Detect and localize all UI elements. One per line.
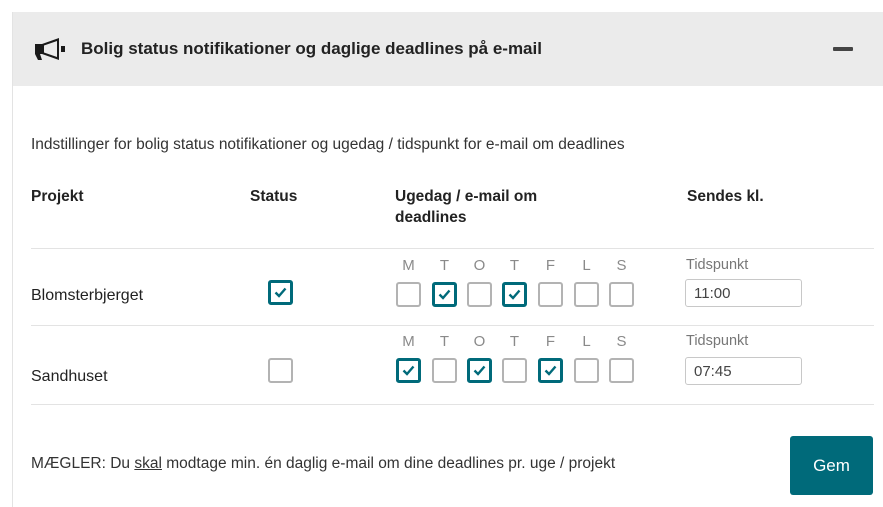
checkmark-icon bbox=[438, 289, 451, 300]
column-header-send-time: Sendes kl. bbox=[687, 188, 764, 205]
panel-description: Indstillinger for bolig status notifikat… bbox=[31, 136, 625, 153]
day-checkbox[interactable] bbox=[574, 358, 599, 383]
column-header-project: Projekt bbox=[31, 188, 84, 205]
row-divider bbox=[31, 325, 874, 326]
panel-title: Bolig status notifikationer og daglige d… bbox=[81, 39, 542, 58]
column-header-weekday-line1: Ugedag / e-mail om bbox=[395, 188, 538, 205]
day-label: M bbox=[402, 257, 415, 274]
day-label: S bbox=[616, 257, 627, 274]
save-button[interactable]: Gem bbox=[790, 436, 873, 495]
panel-header[interactable]: Bolig status notifikationer og daglige d… bbox=[13, 12, 883, 86]
day-checkbox[interactable] bbox=[609, 358, 634, 383]
checkmark-icon bbox=[274, 287, 287, 298]
day-checkbox[interactable] bbox=[432, 282, 457, 307]
day-label: O bbox=[473, 257, 486, 274]
day-checkbox[interactable] bbox=[574, 282, 599, 307]
column-header-weekday: Ugedag / e-mail om deadlines bbox=[395, 186, 537, 228]
send-time-input[interactable] bbox=[685, 357, 802, 385]
time-label: Tidspunkt bbox=[686, 257, 749, 273]
day-checkbox[interactable] bbox=[396, 358, 421, 383]
day-checkbox[interactable] bbox=[502, 282, 527, 307]
send-time-input[interactable] bbox=[685, 279, 802, 307]
column-header-weekday-line2: deadlines bbox=[395, 209, 467, 226]
day-label: F bbox=[545, 333, 556, 350]
day-label: O bbox=[473, 333, 486, 350]
day-label: T bbox=[439, 257, 450, 274]
row-divider bbox=[31, 404, 874, 405]
row-divider bbox=[31, 248, 874, 249]
day-checkbox[interactable] bbox=[502, 358, 527, 383]
day-checkbox[interactable] bbox=[538, 282, 563, 307]
megaphone-icon bbox=[35, 38, 65, 60]
day-checkbox[interactable] bbox=[432, 358, 457, 383]
checkmark-icon bbox=[473, 365, 486, 376]
day-label: T bbox=[509, 333, 520, 350]
checkmark-icon bbox=[544, 365, 557, 376]
project-name: Sandhuset bbox=[31, 368, 108, 385]
checkmark-icon bbox=[508, 289, 521, 300]
day-checkbox[interactable] bbox=[609, 282, 634, 307]
broker-note: MÆGLER: Du skal modtage min. én daglig e… bbox=[31, 453, 751, 474]
day-checkbox[interactable] bbox=[396, 282, 421, 307]
time-label: Tidspunkt bbox=[686, 333, 749, 349]
day-label: L bbox=[582, 257, 591, 274]
day-checkbox[interactable] bbox=[467, 282, 492, 307]
day-label: T bbox=[509, 257, 520, 274]
broker-note-end: modtage min. én daglig e-mail om dine de… bbox=[161, 455, 616, 472]
column-header-status: Status bbox=[250, 188, 298, 205]
status-checkbox[interactable] bbox=[268, 280, 293, 305]
day-label: T bbox=[439, 333, 450, 350]
day-label: M bbox=[402, 333, 415, 350]
day-label: L bbox=[582, 333, 591, 350]
day-checkbox[interactable] bbox=[467, 358, 492, 383]
project-name: Blomsterbjerget bbox=[31, 287, 144, 304]
collapse-button[interactable] bbox=[831, 37, 855, 61]
checkmark-icon bbox=[402, 365, 415, 376]
day-label: S bbox=[616, 333, 627, 350]
day-label: F bbox=[545, 257, 556, 274]
broker-note-emphasis: skal bbox=[134, 455, 162, 472]
notification-panel: Bolig status notifikationer og daglige d… bbox=[12, 12, 883, 507]
status-checkbox[interactable] bbox=[268, 358, 293, 383]
broker-note-start: MÆGLER: Du bbox=[31, 455, 135, 472]
day-checkbox[interactable] bbox=[538, 358, 563, 383]
minus-icon bbox=[833, 47, 853, 51]
